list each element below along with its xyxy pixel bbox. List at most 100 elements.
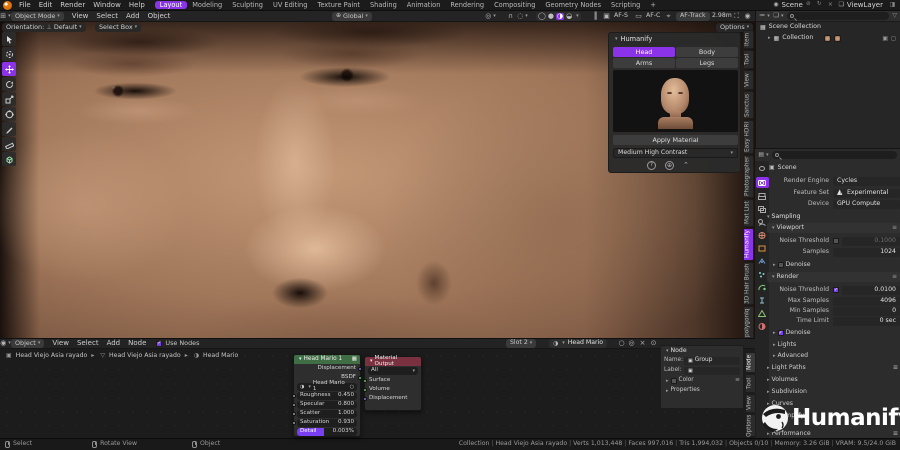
outliner-filter-icon[interactable]: ❏ ▾ [773, 12, 784, 21]
gizmo-toggle-icon[interactable]: ⛶ [731, 12, 742, 21]
rotate-tool-icon[interactable] [2, 77, 16, 91]
socket-roughness-in[interactable] [292, 393, 296, 398]
af-track-button[interactable]: AF-Track [676, 11, 710, 21]
socket-displacement-out[interactable] [358, 366, 362, 371]
collapse-icon[interactable]: ▾ [666, 348, 669, 354]
subdivision-section-header[interactable]: ▸ Subdivision [763, 387, 900, 397]
socket-volume-in[interactable] [363, 387, 367, 392]
sidebar-tab-sanctus[interactable]: Sanctus [743, 91, 754, 119]
outliner-display-mode-icon[interactable]: ≔ ▾ [759, 12, 770, 21]
shader-sidebar-tab-view[interactable]: View [745, 394, 756, 413]
param-scatter[interactable]: Scatter 1.000 [292, 410, 357, 418]
sidebar-tab-humanify[interactable]: Humanify [743, 228, 754, 261]
shader-menu-node[interactable]: Node [124, 340, 150, 347]
viewport-menu-select[interactable]: Select [92, 12, 122, 20]
scale-tool-icon[interactable] [2, 92, 16, 106]
sidebar-tab-item[interactable]: Item [743, 30, 754, 49]
shading-rendered-icon[interactable]: ◒ [566, 12, 572, 20]
node-color-checkbox[interactable] [670, 378, 677, 385]
visibility-icon[interactable]: ◻ [891, 35, 896, 42]
pin-icon[interactable]: ⊙ [648, 339, 659, 348]
expand-icon[interactable]: ▸ [768, 36, 771, 41]
annotate-tool-icon[interactable] [2, 122, 16, 136]
viewport-denoise-header[interactable]: ▸ Denoise [763, 260, 900, 270]
workspace-tab-modeling[interactable]: Modeling [187, 1, 227, 10]
help-icon[interactable]: ? [647, 161, 656, 170]
material-output-node[interactable]: ▾ Material Output All ▾ Surface Volume Di… [363, 355, 422, 411]
unlink-material-icon[interactable]: × [637, 339, 648, 348]
mode-dropdown[interactable]: Object Mode ▾ [11, 11, 64, 21]
node-label-field[interactable]: ▣ [684, 367, 740, 376]
body-part-head-button[interactable]: Head [613, 47, 675, 57]
workspace-tab-compositing[interactable]: Compositing [489, 1, 540, 10]
head-preview[interactable] [613, 70, 738, 132]
active-tool-dropdown[interactable]: Select Box ▾ [95, 23, 142, 32]
add-workspace-button[interactable]: + [645, 1, 661, 10]
workspace-tab-shading[interactable]: Shading [365, 1, 402, 10]
sidebar-tab-easy-hdri[interactable]: Easy HDRI [743, 120, 754, 154]
socket-surface-in[interactable] [363, 378, 367, 383]
workspace-tab-sculpting[interactable]: Sculpting [227, 1, 268, 10]
add-primitive-tool-icon[interactable] [2, 152, 16, 166]
material-slot-dropdown[interactable]: Slot 2 ▾ [506, 339, 537, 348]
tracking-icon[interactable]: ⌖ [663, 12, 674, 21]
web-icon[interactable]: ⊕ [665, 161, 674, 170]
shader-sidebar-tab-node[interactable]: Node [745, 352, 756, 373]
node-properties-header[interactable]: ▸ Properties [661, 386, 743, 396]
body-part-legs-button[interactable]: Legs [676, 58, 738, 68]
snap-target-icon[interactable]: ◎ ▾ [485, 12, 496, 21]
render-denoise-header[interactable]: ▸ ✓ Denoise [763, 328, 900, 338]
properties-editor-type-icon[interactable]: ▤ ▾ [758, 151, 769, 160]
workspace-tab-geometry-nodes[interactable]: Geometry Nodes [540, 1, 606, 10]
move-tool-icon[interactable] [2, 62, 16, 76]
node-group-datablock[interactable]: ◑ ▾ Head Mario 1 ○ [297, 381, 357, 392]
node-color-header[interactable]: ▸ Color ≡ [661, 376, 743, 386]
tab-object-icon[interactable] [757, 244, 767, 253]
tab-output-icon[interactable] [757, 192, 767, 201]
cursor-tool-icon[interactable] [2, 47, 16, 61]
delete-scene-icon[interactable]: × [825, 1, 836, 10]
outliner-filter-funnel-icon[interactable]: ▽ [892, 13, 897, 19]
param-saturation[interactable]: Saturation 0.930 [292, 419, 357, 427]
scene-selector[interactable]: Scene [782, 1, 803, 9]
tab-particles-icon[interactable] [757, 270, 767, 279]
outliner-row-scene-collection[interactable]: ▦ Scene Collection [756, 22, 900, 33]
shader-menu-add[interactable]: Add [103, 340, 125, 347]
body-part-arms-button[interactable]: Arms [613, 58, 675, 68]
lights-section-header[interactable]: ▸ Lights [763, 340, 900, 350]
shading-solid-icon[interactable]: ● [548, 12, 554, 20]
sidebar-tab-photographer[interactable]: Photographer [743, 155, 754, 198]
workspace-tab-scripting[interactable]: Scripting [606, 1, 645, 10]
menu-render[interactable]: Render [56, 1, 89, 9]
remove-viewlayer-icon[interactable]: ◨ [887, 1, 898, 10]
new-scene-icon[interactable]: ↻ [814, 1, 825, 10]
socket-displacement-in[interactable] [363, 396, 367, 401]
viewport-menu-view[interactable]: View [68, 12, 93, 20]
group-node-head-mario[interactable]: ▾ Head Mario 1 ▦ Displacement BSDF ◑ ▾ Hea… [292, 354, 362, 437]
tab-tool-icon[interactable] [757, 164, 767, 173]
viewport-noise-threshold-field[interactable]: 0.1000 [842, 236, 900, 246]
new-material-icon[interactable]: ◎ [626, 339, 637, 348]
sidebar-tab-polygoniq[interactable]: polygoniq [743, 306, 754, 340]
outliner-row-collection[interactable]: ▸ ▦ Collection ▣ ◻ [756, 33, 900, 44]
light-paths-section-header[interactable]: ▸ Light Paths ≡ [763, 363, 900, 373]
device-dropdown[interactable]: GPU Compute [833, 199, 900, 209]
focus-distance[interactable]: 2.98m [712, 12, 732, 19]
pin-scene-icon[interactable]: ⊘ [803, 1, 814, 10]
apply-material-button[interactable]: Apply Material [613, 135, 738, 145]
param-detail[interactable]: Detail 0.003% [297, 428, 357, 436]
sidebar-tab-view[interactable]: View [743, 70, 754, 90]
render-subsection-header[interactable]: ▾ Render ≡ [767, 272, 900, 282]
pause-icon[interactable]: ║ [590, 12, 601, 21]
collapse-icon[interactable]: ▾ [615, 36, 618, 42]
sidebar-tab-3d-hair-brush[interactable]: 3D Hair Brush [743, 262, 754, 305]
render-noise-threshold-checkbox[interactable]: ✓ [833, 287, 839, 293]
render-noise-threshold-field[interactable]: 0.0100 [842, 285, 900, 295]
pick-tool-icon[interactable]: ⌃ [683, 162, 689, 169]
proportional-editing-icon[interactable]: ◌ ▾ [517, 12, 528, 21]
overlays-toggle-icon[interactable]: ◉ [742, 12, 753, 21]
transform-orientation-dropdown[interactable]: ⊕ Global ▾ [332, 11, 372, 21]
af-s-button[interactable]: ▣ AF-S [601, 12, 628, 21]
shader-sidebar-tab-tool[interactable]: Tool [745, 374, 756, 393]
param-roughness[interactable]: Roughness 0.450 [292, 392, 357, 400]
